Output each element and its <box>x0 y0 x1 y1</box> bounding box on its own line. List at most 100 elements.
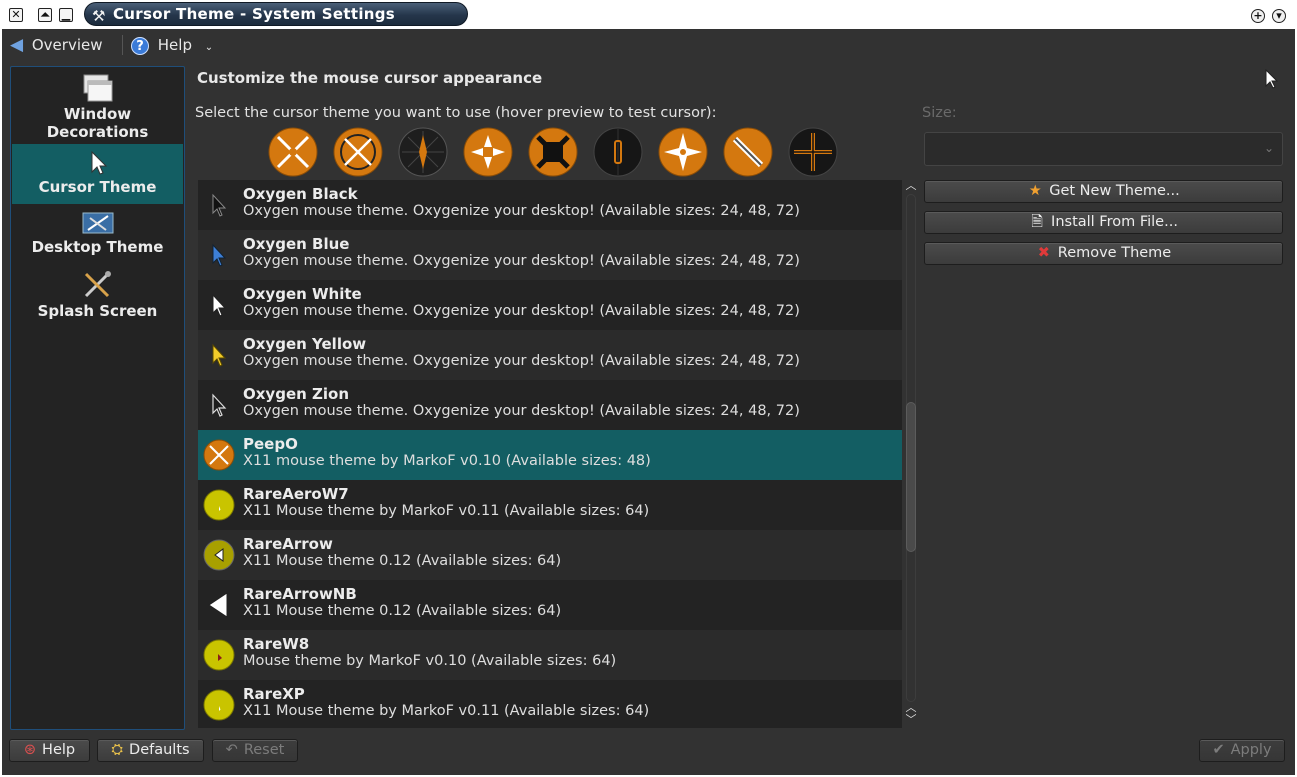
help-menu-button[interactable]: ? Help ⌄ <box>131 33 213 57</box>
theme-list[interactable]: Oxygen Black Oxygen mouse theme. Oxygeniz… <box>198 180 902 728</box>
help-button[interactable]: ⊛ Help <box>9 739 90 762</box>
sidebar-item-label: Splash Screen <box>37 302 158 320</box>
theme-name: RareArrowNB <box>243 585 357 603</box>
desktop-theme-icon <box>82 212 113 234</box>
theme-description: X11 Mouse theme 0.12 (Available sizes: 6… <box>243 603 562 619</box>
theme-preview-icon <box>203 439 235 471</box>
theme-preview-icon <box>212 393 227 417</box>
theme-description: X11 Mouse theme 0.12 (Available sizes: 6… <box>243 553 562 569</box>
list-item[interactable]: Oxygen White Oxygen mouse theme. Oxygeniz… <box>198 280 902 330</box>
help-label: Help <box>157 36 192 54</box>
get-new-theme-button[interactable]: ★ Get New Theme... <box>924 180 1283 203</box>
chevron-down-icon: ⌄ <box>1263 141 1274 155</box>
settings-window: ◀ Overview ? Help ⌄ Window Decorations C… <box>2 29 1295 775</box>
theme-description: Oxygen mouse theme. Oxygenize your deskt… <box>243 303 800 319</box>
list-item[interactable]: RareW8 Mouse theme by MarkoF v0.10 (Avail… <box>198 630 902 680</box>
list-item[interactable]: RareAeroW7 X11 Mouse theme by MarkoF v0.1… <box>198 480 902 530</box>
window-title: Cursor Theme - System Settings <box>113 5 396 23</box>
apply-button[interactable]: ✔ Apply <box>1199 739 1285 762</box>
remove-theme-label: Remove Theme <box>1057 245 1172 261</box>
scroll-down-icon[interactable]: ﹀ <box>904 714 918 726</box>
sidebar-item-window-decorations[interactable]: Window Decorations <box>12 73 183 145</box>
cursor-preview-9[interactable] <box>788 127 838 177</box>
theme-description: X11 Mouse theme by MarkoF v0.11 (Availab… <box>243 703 650 719</box>
theme-name: Oxygen White <box>243 285 362 303</box>
cursor-preview-6[interactable] <box>593 127 643 177</box>
theme-preview-icon <box>203 689 235 721</box>
four-arrows-icon <box>463 127 513 177</box>
list-item[interactable]: Oxygen Zion Oxygen mouse theme. Oxygenize… <box>198 380 902 430</box>
compass-icon <box>398 127 448 177</box>
move-arrows-icon <box>333 127 383 177</box>
list-item[interactable]: RareArrowNB X11 Mouse theme 0.12 (Availab… <box>198 580 902 630</box>
sidebar-item-cursor-theme[interactable]: Cursor Theme <box>12 144 183 204</box>
select-theme-label: Select the cursor theme you want to use … <box>195 105 717 121</box>
apply-button-label: Apply <box>1230 742 1272 758</box>
add-tab-icon[interactable]: + <box>1251 9 1265 23</box>
list-item[interactable]: Oxygen Yellow Oxygen mouse theme. Oxygeni… <box>198 330 902 380</box>
theme-description: X11 Mouse theme by MarkoF v0.11 (Availab… <box>243 503 650 519</box>
sidebar-item-label: Desktop Theme <box>31 238 164 256</box>
theme-list-scrollbar[interactable]: ︿ ︿ ﹀ <box>904 180 918 728</box>
remove-theme-button[interactable]: ✖ Remove Theme <box>924 242 1283 265</box>
list-item[interactable]: RareArrow X11 Mouse theme 0.12 (Available… <box>198 530 902 580</box>
cursor-preview-4[interactable] <box>463 127 513 177</box>
crosshair-icon <box>788 127 838 177</box>
theme-preview-icon <box>203 489 235 521</box>
scroll-up-icon[interactable]: ︿ <box>904 180 918 192</box>
cross-arrows-icon <box>268 127 318 177</box>
window-title-tab[interactable]: ⚒ Cursor Theme - System Settings <box>84 2 468 26</box>
cursor-preview-3[interactable] <box>398 127 448 177</box>
defaults-button-label: Defaults <box>129 742 190 758</box>
list-item[interactable]: Oxygen Black Oxygen mouse theme. Oxygeniz… <box>198 180 902 230</box>
list-item[interactable]: Oxygen Blue Oxygen mouse theme. Oxygenize… <box>198 230 902 280</box>
reset-button-label: Reset <box>243 742 285 758</box>
theme-name: Oxygen Yellow <box>243 335 367 353</box>
keep-above-icon[interactable]: ⏶ <box>38 8 52 22</box>
theme-description: Oxygen mouse theme. Oxygenize your deskt… <box>243 403 800 419</box>
remove-icon: ✖ <box>1037 245 1050 261</box>
star-arrows-icon <box>658 127 708 177</box>
theme-preview-icon <box>212 343 227 367</box>
size-select[interactable]: ⌄ <box>924 132 1283 166</box>
theme-preview-icon <box>203 639 235 671</box>
install-from-file-button[interactable]: 🗎 Install From File... <box>924 211 1283 234</box>
cursor-preview-7[interactable] <box>658 127 708 177</box>
cursor-preview-5[interactable] <box>528 127 578 177</box>
text-beam-icon <box>593 127 643 177</box>
back-arrow-icon: ◀ <box>10 35 24 55</box>
cursor-preview-1[interactable] <box>268 127 318 177</box>
list-item[interactable]: PeepO X11 mouse theme by MarkoF v0.10 (Av… <box>198 430 902 480</box>
reset-button[interactable]: ↶ Reset <box>212 739 298 762</box>
sidebar: Window Decorations Cursor Theme Desktop … <box>10 66 185 730</box>
list-item[interactable]: RareXP X11 Mouse theme by MarkoF v0.11 (A… <box>198 680 902 728</box>
close-icon[interactable]: ✕ <box>9 8 23 22</box>
splash-screen-icon <box>84 271 111 298</box>
scrollbar-handle[interactable] <box>906 402 916 552</box>
overview-button[interactable]: ◀ Overview <box>10 33 102 57</box>
sidebar-item-desktop-theme[interactable]: Desktop Theme <box>12 210 183 266</box>
size-label: Size: <box>922 105 957 121</box>
minimize-icon[interactable]: ▁ <box>59 8 73 22</box>
toolbar: ◀ Overview ? Help ⌄ <box>2 29 1295 61</box>
theme-name: PeepO <box>243 435 298 453</box>
sidebar-item-label: Window Decorations <box>46 105 149 141</box>
get-new-theme-label: Get New Theme... <box>1049 183 1180 199</box>
overview-label: Overview <box>31 36 103 54</box>
theme-description: Mouse theme by MarkoF v0.10 (Available s… <box>243 653 617 669</box>
sidebar-item-splash-screen[interactable]: Splash Screen <box>12 270 183 326</box>
toolbar-separator <box>122 35 123 55</box>
menu-chevron-icon[interactable]: ▾ <box>1272 9 1286 23</box>
cursor-preview-2[interactable] <box>333 127 383 177</box>
help-icon: ? <box>131 37 149 55</box>
cursor-preview-8[interactable] <box>723 127 773 177</box>
resize-icon <box>528 127 578 177</box>
help-lifebuoy-icon: ⊛ <box>23 742 37 758</box>
theme-preview-icon <box>212 193 227 217</box>
defaults-button[interactable]: ⛭ Defaults <box>97 739 204 762</box>
window-decorations-icon <box>83 74 112 102</box>
theme-description: X11 mouse theme by MarkoF v0.10 (Availab… <box>243 453 651 469</box>
tools-icon: ⚒ <box>92 7 106 25</box>
title-bar: ✕ ⏶ ▁ ⚒ Cursor Theme - System Settings +… <box>0 0 1297 29</box>
star-icon: ★ <box>1028 183 1042 199</box>
